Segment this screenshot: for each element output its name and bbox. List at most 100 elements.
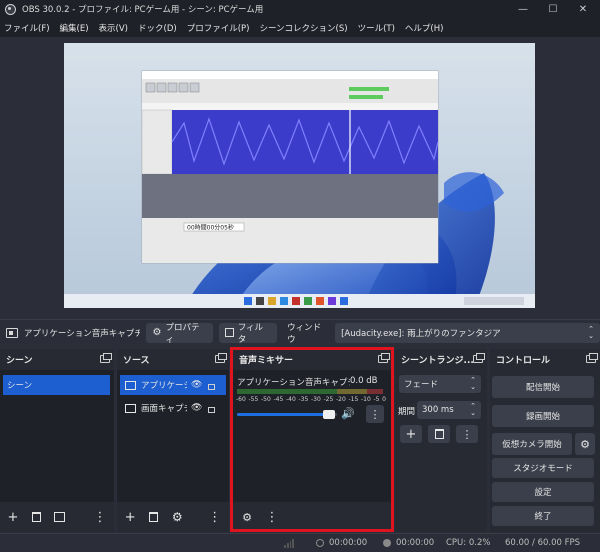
properties-label: プロパティ	[165, 322, 200, 345]
selected-source-name: アプリケーション音声キャプチャ (	[23, 328, 141, 339]
settings-button[interactable]: 設定	[492, 482, 594, 502]
source-item[interactable]: 画面キャプチ 👁	[120, 398, 226, 418]
remove-transition-button[interactable]	[428, 425, 450, 443]
menu-help[interactable]: ヘルプ(H)	[405, 22, 444, 34]
sources-header: ソース	[117, 349, 229, 370]
add-transition-button[interactable]: +	[400, 425, 422, 443]
gear-icon: ⚙	[152, 327, 162, 338]
source-item[interactable]: アプリケーショ 👁	[120, 375, 226, 395]
menu-tools[interactable]: ツール(T)	[358, 22, 395, 34]
cpu-usage: CPU: 0.2%	[446, 538, 491, 548]
audio-app-icon	[6, 327, 18, 338]
sources-footer: + ⚙ ⋮	[117, 502, 229, 532]
controls-title: コントロール	[496, 356, 551, 366]
record-time: 00:00:00	[396, 538, 435, 548]
window-label: ウィンドウ	[287, 322, 322, 345]
audio-mixer-dock: 音声ミキサー アプリケーション音声キャプチャ (ペー 0.0 dB -60 -5…	[230, 347, 394, 532]
obs-logo-icon	[5, 3, 16, 15]
minimize-button[interactable]: —	[508, 0, 538, 18]
window-title: OBS 30.0.2 - プロファイル: PCゲーム用 - シーン: PCゲーム…	[22, 5, 264, 15]
trash-icon	[149, 512, 159, 522]
dock-popout-icon[interactable]	[473, 353, 485, 363]
audacity-time-readout: 00時間00分05秒	[187, 224, 234, 232]
close-button[interactable]: ✕	[568, 0, 598, 18]
source-toolbar: アプリケーション音声キャプチャ ( ⚙ プロパティ フィルタ ウィンドウ [Au…	[0, 319, 600, 345]
source-label: 画面キャプチ	[141, 404, 187, 414]
menu-edit[interactable]: 編集(E)	[60, 22, 89, 34]
dock-popout-icon[interactable]	[215, 353, 227, 363]
scene-item[interactable]: シーン	[3, 375, 110, 395]
maximize-button[interactable]: ☐	[538, 0, 568, 18]
virtual-camera-settings-button[interactable]: ⚙	[575, 433, 595, 455]
menu-file[interactable]: ファイル(F)	[4, 22, 50, 34]
transition-menu-button[interactable]: ⋮	[456, 425, 478, 443]
eye-icon[interactable]: 👁	[191, 403, 202, 413]
add-scene-button[interactable]: +	[4, 507, 22, 527]
monitor-icon	[125, 403, 136, 413]
window-select-value: [Audacity.exe]: 雨上がりのファンタジア	[341, 328, 501, 339]
remove-source-button[interactable]	[145, 507, 164, 527]
lock-icon[interactable]	[208, 384, 216, 390]
add-source-button[interactable]: +	[121, 507, 140, 527]
menu-docks[interactable]: ドック(D)	[138, 22, 177, 34]
eye-icon[interactable]: 👁	[191, 380, 202, 390]
audacity-waveform	[172, 110, 438, 174]
preview-area[interactable]: 00時間00分05秒	[0, 37, 600, 314]
menu-profile[interactable]: プロファイル(P)	[187, 22, 250, 34]
start-recording-button[interactable]: 録画開始	[492, 405, 594, 427]
source-label: アプリケーショ	[141, 381, 187, 391]
window-select[interactable]: [Audacity.exe]: 雨上がりのファンタジア ⌃ ⌄	[335, 322, 600, 343]
desktop-preview-image: 00時間00分05秒	[64, 70, 535, 308]
studio-mode-button[interactable]: スタジオモード	[492, 458, 594, 478]
properties-button[interactable]: ⚙ プロパティ	[146, 322, 213, 345]
fps-readout: 60.00 / 60.00 FPS	[505, 538, 581, 548]
start-virtual-camera-button[interactable]: 仮想カメラ開始	[492, 433, 572, 455]
scene-transitions-dock: シーントランジ... フェード ⌃ ⌄ 期間 300 ms ⌃ ⌄ + ⋮	[395, 349, 487, 532]
transitions-title: シーントランジ...	[401, 356, 474, 366]
dock-popout-icon[interactable]	[586, 353, 598, 363]
start-streaming-button[interactable]: 配信開始	[492, 376, 594, 398]
menu-view[interactable]: 表示(V)	[99, 22, 128, 34]
lock-icon[interactable]	[208, 407, 216, 413]
filters-button[interactable]: フィルタ	[218, 322, 278, 345]
scenes-title: シーン	[6, 356, 33, 366]
scenes-header: シーン	[0, 349, 114, 370]
scene-filters-button[interactable]	[50, 507, 68, 527]
transitions-body: フェード ⌃ ⌄ 期間 300 ms ⌃ ⌄ + ⋮	[395, 370, 487, 532]
duration-value: 300 ms	[422, 405, 454, 415]
menu-scene-collection[interactable]: シーンコレクション(S)	[259, 22, 347, 34]
scene-menu-button[interactable]: ⋮	[91, 507, 109, 527]
filter-icon	[53, 512, 65, 522]
exit-button[interactable]: 終了	[492, 506, 594, 526]
remove-scene-button[interactable]	[27, 507, 45, 527]
duration-label: 期間	[398, 407, 416, 417]
title-bar: OBS 30.0.2 - プロファイル: PCゲーム用 - シーン: PCゲーム…	[0, 0, 600, 18]
record-icon	[383, 539, 391, 547]
sources-title: ソース	[123, 356, 150, 366]
transitions-header: シーントランジ...	[395, 349, 487, 370]
updown-chevron-icon: ⌃ ⌄	[470, 376, 476, 391]
transition-select-value: フェード	[404, 380, 439, 390]
trash-icon	[31, 512, 41, 522]
updown-chevron-icon: ⌃ ⌄	[588, 324, 594, 340]
menu-bar: ファイル(F) 編集(E) 表示(V) ドック(D) プロファイル(P) シーン…	[0, 18, 600, 37]
status-bar: 00:00:00 00:00:00 CPU: 0.2% 60.00 / 60.0…	[0, 533, 600, 552]
audio-app-icon	[125, 380, 136, 390]
duration-input[interactable]: 300 ms ⌃ ⌄	[417, 401, 481, 419]
controls-header: コントロール	[490, 349, 600, 370]
stream-icon	[316, 539, 324, 547]
network-bars-icon	[284, 538, 294, 548]
trash-icon	[434, 429, 444, 439]
dock-popout-icon[interactable]	[100, 353, 112, 363]
scenes-footer: + ⋮	[0, 502, 114, 532]
transition-select[interactable]: フェード ⌃ ⌄	[399, 375, 481, 393]
sources-dock: ソース アプリケーショ 👁 画面キャプチ 👁 + ⚙ ⋮	[117, 349, 229, 532]
spinner-icon[interactable]: ⌃ ⌄	[470, 403, 476, 417]
highlight-box	[230, 347, 394, 532]
preview-canvas[interactable]: 00時間00分05秒	[64, 43, 535, 308]
stream-time: 00:00:00	[329, 538, 368, 548]
source-properties-button[interactable]: ⚙	[168, 507, 187, 527]
scenes-dock: シーン シーン + ⋮	[0, 349, 114, 532]
source-menu-button[interactable]: ⋮	[206, 507, 225, 527]
filters-label: フィルタ	[237, 322, 264, 345]
